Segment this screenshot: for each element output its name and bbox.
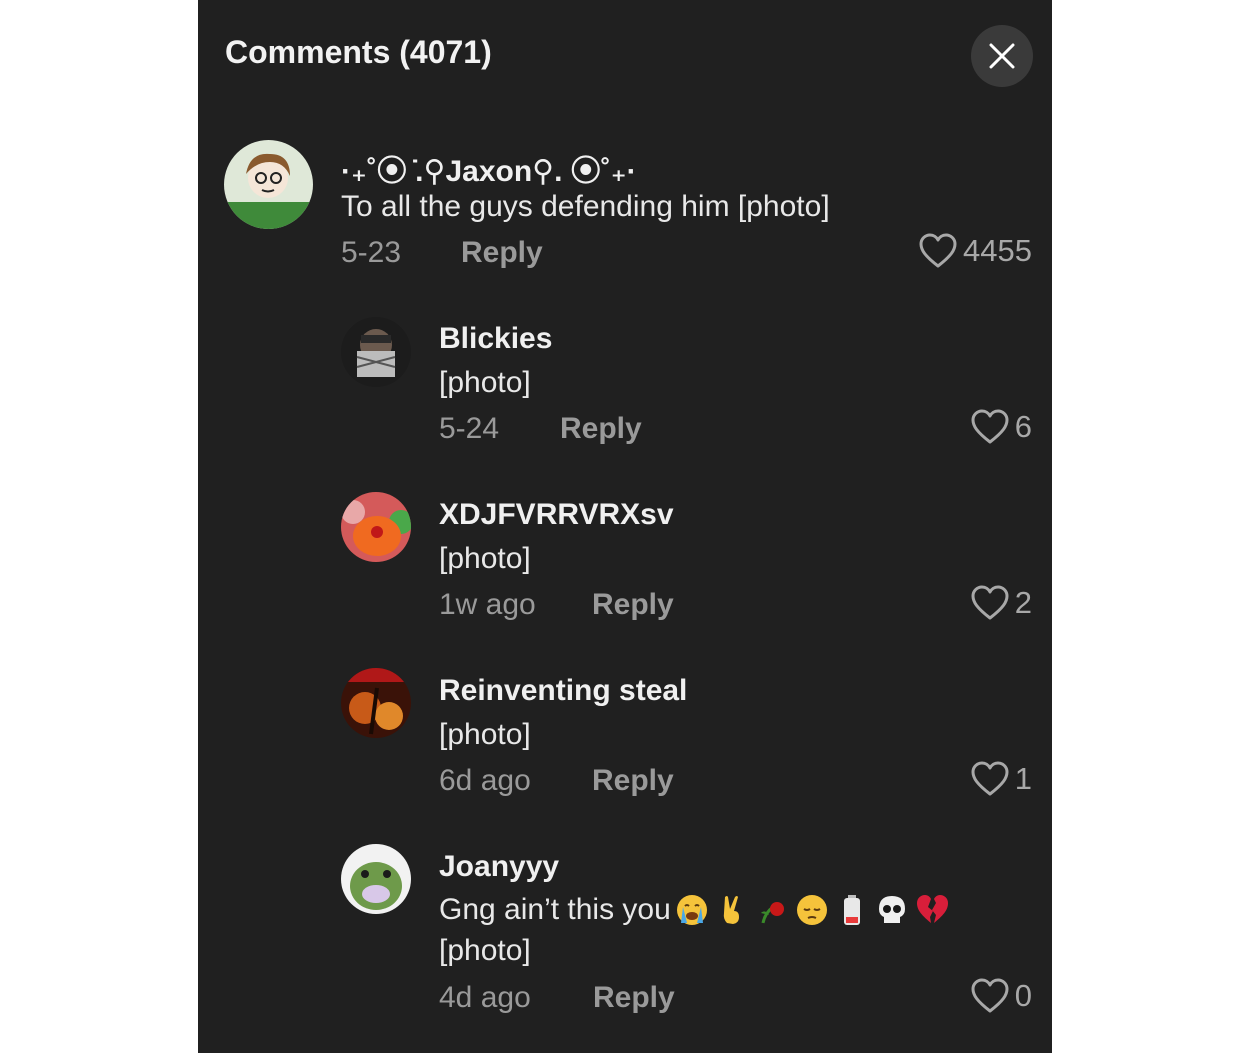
reply-button[interactable]: Reply xyxy=(592,764,674,798)
heart-icon xyxy=(971,409,1009,444)
comment-username[interactable]: ·₊˚⦿ ̇.⚲Jaxon⚲. ⦿˚₊· xyxy=(341,146,637,190)
reply-button[interactable]: Reply xyxy=(592,588,674,622)
comment-text-line: Gng ain’t this you xyxy=(439,893,949,927)
comment-text: Gng ain’t this you xyxy=(439,893,671,926)
like-count: 1 xyxy=(1014,761,1032,796)
reply-button[interactable]: Reply xyxy=(593,981,675,1015)
low-battery-icon xyxy=(843,895,860,925)
like-count: 0 xyxy=(1014,978,1032,1013)
avatar[interactable] xyxy=(341,668,411,738)
comment-text: [photo] xyxy=(439,718,531,751)
reply-button[interactable]: Reply xyxy=(560,412,642,446)
comment-username[interactable]: Reinventing steal xyxy=(439,674,687,708)
loudly-crying-face-icon xyxy=(676,895,707,925)
avatar[interactable] xyxy=(224,140,313,229)
like-count: 4455 xyxy=(963,233,1032,268)
close-button[interactable] xyxy=(971,25,1033,87)
reply-button[interactable]: Reply xyxy=(461,236,543,270)
like-button[interactable]: 4455 xyxy=(919,233,1032,269)
comment-text-photo: [photo] xyxy=(439,934,531,967)
comment-text: To all the guys defending him [photo] xyxy=(341,190,830,223)
comment-date: 6d ago xyxy=(439,764,531,797)
skull-icon xyxy=(878,896,905,923)
heart-icon xyxy=(971,585,1009,620)
comment-date: 5-24 xyxy=(439,412,500,445)
heart-icon xyxy=(971,978,1009,1013)
comments-title: Comments (4071) xyxy=(225,34,492,70)
comment-username[interactable]: XDJFVRRVRXsv xyxy=(439,498,674,532)
comment-date: 1w ago xyxy=(439,588,536,621)
comment-date: 4d ago xyxy=(439,981,531,1014)
heart-icon xyxy=(971,761,1009,796)
broken-heart-icon xyxy=(916,895,948,923)
comment-username[interactable]: Joanyyy xyxy=(439,850,559,884)
like-button[interactable]: 6 xyxy=(971,409,1032,445)
like-count: 2 xyxy=(1014,585,1032,620)
comment-text: [photo] xyxy=(439,366,531,399)
avatar[interactable] xyxy=(341,317,411,387)
comment-username[interactable]: Blickies xyxy=(439,322,552,356)
comments-panel: Comments (4071) ·₊˚⦿ ̇.⚲Jaxon⚲. ⦿˚₊· To … xyxy=(198,0,1052,1053)
like-button[interactable]: 2 xyxy=(971,585,1032,621)
comment-text: [photo] xyxy=(439,542,531,575)
heart-icon xyxy=(919,233,957,268)
like-button[interactable]: 1 xyxy=(971,761,1032,797)
like-button[interactable]: 0 xyxy=(971,978,1032,1014)
comment-date: 5-23 xyxy=(341,236,402,269)
pensive-face-icon xyxy=(796,895,827,925)
like-count: 6 xyxy=(1014,409,1032,444)
victory-hand-icon xyxy=(723,896,739,924)
emoji-row xyxy=(675,893,949,927)
avatar[interactable] xyxy=(341,844,411,914)
avatar[interactable] xyxy=(341,492,411,562)
close-icon xyxy=(989,43,1015,69)
wilted-flower-icon xyxy=(760,902,784,924)
